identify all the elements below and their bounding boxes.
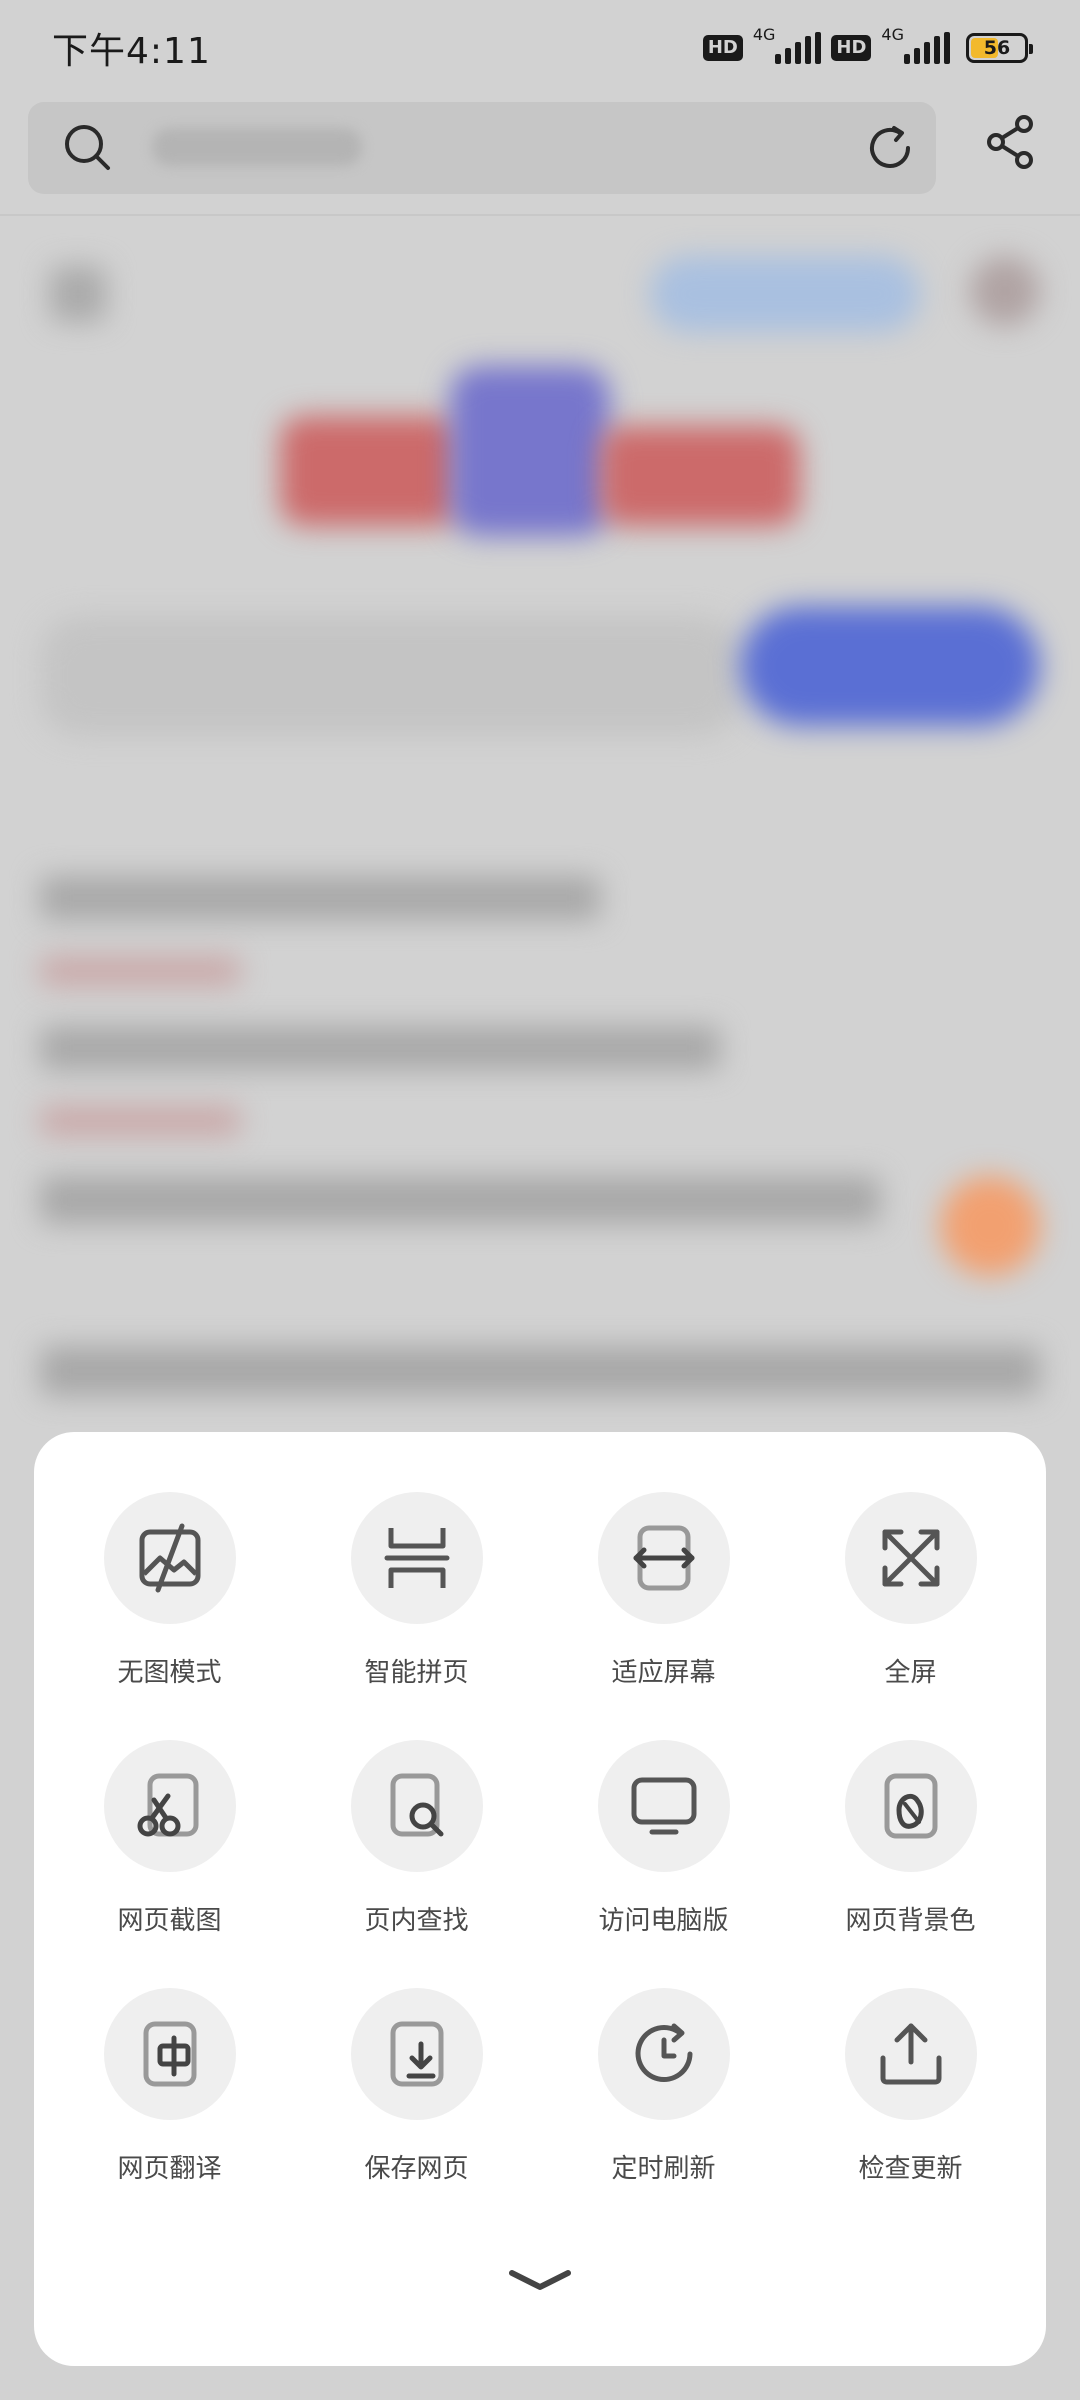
network-type-label-2: 4G [881, 24, 904, 44]
menu-item-smart-page-join[interactable]: 智能拼页 [293, 1492, 540, 1740]
menu-label: 网页背景色 [845, 1906, 976, 1936]
reload-icon[interactable] [864, 122, 916, 174]
menu-label: 全屏 [884, 1658, 937, 1688]
network-type-label: 4G [752, 24, 776, 44]
menu-item-screenshot[interactable]: 网页截图 [46, 1740, 293, 1988]
blurred-logo-mid [450, 366, 610, 536]
menu-item-check-update[interactable]: 检查更新 [787, 1988, 1034, 2236]
more-menu-sheet: 无图模式 智能拼页 适应屏幕 全屏 网页截图 页内查找 访问电脑版 网页背景色 … [34, 1432, 1046, 2366]
hd-badge: HD [702, 35, 743, 61]
blurred-news-title-1 [40, 876, 600, 920]
menu-label: 定时刷新 [611, 2154, 716, 2184]
menu-label: 保存网页 [364, 2154, 469, 2184]
blurred-news-title-3 [40, 1176, 880, 1224]
address-text-blurred [152, 128, 362, 166]
chevron-down-icon [509, 2270, 571, 2290]
menu-item-no-image[interactable]: 无图模式 [46, 1492, 293, 1740]
blurred-news-tag-1 [40, 956, 240, 986]
blurred-search-button [740, 606, 1040, 726]
menu-item-save-page[interactable]: 保存网页 [293, 1988, 540, 2236]
hd-badge-2: HD [831, 35, 872, 61]
translate-icon [143, 2021, 196, 2087]
blurred-logo-right [600, 426, 800, 526]
smart-page-join-icon [384, 1528, 449, 1588]
desktop-version-icon [631, 1777, 696, 1835]
menu-item-find-in-page[interactable]: 页内查找 [293, 1740, 540, 1988]
menu-label: 智能拼页 [364, 1658, 469, 1688]
check-update-icon [880, 2023, 941, 2085]
blurred-web-page [0, 216, 1080, 1416]
menu-label: 网页截图 [117, 1906, 222, 1936]
menu-label: 适应屏幕 [611, 1658, 716, 1688]
find-in-page-icon [390, 1773, 443, 1837]
blurred-pill [650, 256, 920, 332]
menu-item-desktop-version[interactable]: 访问电脑版 [540, 1740, 787, 1988]
blurred-avatar [970, 256, 1040, 326]
battery-level: 56 [983, 37, 1011, 59]
menu-label: 访问电脑版 [598, 1906, 729, 1936]
blurred-logo-left [280, 416, 460, 526]
fullscreen-icon [882, 1529, 939, 1587]
blurred-home-icon [50, 266, 106, 322]
screenshot-scissors-icon [137, 1773, 198, 1837]
menu-label: 页内查找 [364, 1906, 469, 1936]
share-icon[interactable] [984, 114, 1036, 170]
collapse-sheet-button[interactable] [500, 2248, 580, 2312]
blurred-news-tag-2 [40, 1106, 240, 1136]
timed-refresh-icon [635, 2023, 692, 2082]
battery-icon: 56 [966, 33, 1033, 63]
blurred-news-title-4 [40, 1346, 1040, 1396]
menu-label: 网页翻译 [117, 2154, 222, 2184]
menu-item-background-color[interactable]: 网页背景色 [787, 1740, 1034, 1988]
status-bar: 下午4:11 HD 4G HD 4G 56 [0, 0, 1080, 96]
save-page-icon [390, 2021, 443, 2087]
address-bar[interactable] [28, 102, 936, 194]
menu-item-timed-refresh[interactable]: 定时刷新 [540, 1988, 787, 2236]
signal-strength-icon [775, 32, 822, 64]
search-icon [65, 125, 110, 170]
background-color-icon [884, 1773, 937, 1839]
signal-strength-icon-2 [904, 32, 950, 64]
blurred-search-box [40, 616, 740, 736]
menu-item-fullscreen[interactable]: 全屏 [787, 1492, 1034, 1740]
menu-grid: 无图模式 智能拼页 适应屏幕 全屏 网页截图 页内查找 访问电脑版 网页背景色 … [34, 1492, 1046, 2236]
menu-item-translate[interactable]: 网页翻译 [46, 1988, 293, 2236]
no-image-icon [139, 1523, 200, 1593]
status-icons: HD 4G HD 4G 56 [702, 25, 1033, 64]
status-time: 下午4:11 [52, 31, 211, 72]
blurred-news-title-2 [40, 1026, 720, 1070]
menu-label: 检查更新 [858, 2154, 963, 2184]
fit-screen-icon [633, 1525, 694, 1591]
menu-item-fit-screen[interactable]: 适应屏幕 [540, 1492, 787, 1740]
blurred-orange-dot [940, 1176, 1040, 1276]
menu-label: 无图模式 [117, 1658, 222, 1688]
